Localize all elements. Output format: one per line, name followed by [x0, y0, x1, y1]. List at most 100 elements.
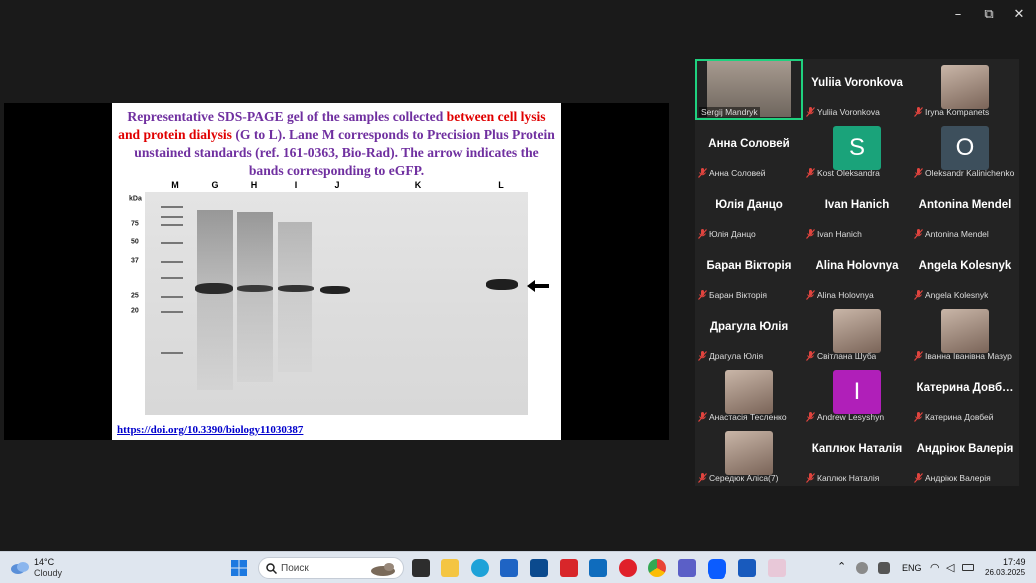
muted-mic-icon — [914, 290, 923, 300]
search-icon — [266, 563, 277, 574]
weather-temp[interactable]: 14°C — [34, 557, 54, 567]
opera-icon[interactable] — [619, 559, 637, 577]
cloud-weather-icon[interactable] — [10, 559, 30, 575]
participant-label: Каплюк Наталія — [817, 473, 880, 483]
participant-label: Андріюк Валерія — [925, 473, 991, 483]
restore-button[interactable]: ⧉ — [974, 4, 1004, 24]
participant-tile[interactable]: Світлана Шуба — [803, 303, 911, 364]
participant-tile[interactable]: Каплюк Наталія Каплюк Наталія — [803, 425, 911, 486]
ladder-band — [161, 296, 183, 298]
participant-name-large: Antonina Mendel — [918, 199, 1012, 211]
participant-label: Kost Oleksandra — [817, 168, 880, 178]
lane-label: J — [334, 180, 340, 190]
participant-name-large: Андріюк Валерія — [916, 443, 1014, 455]
muted-mic-icon — [806, 290, 815, 300]
lane-smear — [197, 210, 233, 390]
lane-label: H — [250, 180, 258, 190]
participant-tile[interactable]: Катерина Довб… Катерина Довбей — [911, 364, 1019, 425]
ladder-band — [161, 352, 183, 354]
task-view-icon[interactable] — [412, 559, 430, 577]
language-indicator[interactable]: ENG — [902, 563, 922, 573]
volume-icon[interactable]: ◁ — [946, 561, 954, 574]
word-icon[interactable] — [738, 559, 756, 577]
muted-mic-icon — [698, 229, 707, 239]
lane-label: K — [414, 180, 422, 190]
participant-tile[interactable]: Драгула Юлія Драгула Юлія — [695, 303, 803, 364]
kda-mark: 50 — [131, 238, 139, 246]
minimize-button[interactable]: – — [943, 4, 973, 24]
muted-mic-icon — [806, 412, 815, 422]
slide-title: Representative SDS-PAGE gel of the sampl… — [118, 109, 555, 178]
teams-icon[interactable] — [678, 559, 696, 577]
participant-tile[interactable]: Андріюк Валерія Андріюк Валерія — [911, 425, 1019, 486]
kda-mark: 75 — [131, 220, 139, 228]
participant-tile[interactable]: Sergij Mandryk — [695, 59, 803, 120]
muted-mic-icon — [914, 168, 923, 178]
participant-tile[interactable]: Анна Соловей Анна Соловей — [695, 120, 803, 181]
muted-mic-icon — [698, 473, 707, 483]
clock-date[interactable]: 26.03.2025 — [985, 568, 1025, 577]
pen-icon[interactable] — [878, 562, 890, 574]
chrome-icon[interactable] — [648, 559, 666, 577]
windows-start-icon[interactable] — [231, 560, 247, 576]
weather-desc[interactable]: Cloudy — [34, 568, 62, 578]
muted-mic-icon — [698, 412, 707, 422]
egfp-band — [320, 286, 350, 294]
participant-tile[interactable]: O Oleksandr Kalinichenko — [911, 120, 1019, 181]
snipping-tool-icon[interactable] — [768, 559, 786, 577]
ladder-band — [161, 261, 183, 263]
egfp-band — [278, 285, 314, 292]
participant-avatar: O — [941, 126, 989, 170]
muted-mic-icon — [914, 351, 923, 361]
taskbar-search-input[interactable]: Поиск — [258, 557, 404, 579]
ladder-band — [161, 242, 183, 244]
participant-photo — [833, 309, 881, 353]
onedrive-icon[interactable] — [856, 562, 868, 574]
close-button[interactable]: ✕ — [1004, 4, 1034, 24]
participant-photo — [941, 309, 989, 353]
participant-name-large: Катерина Довб… — [916, 382, 1014, 394]
file-explorer-icon[interactable] — [441, 559, 459, 577]
lane-label: L — [498, 180, 504, 190]
participant-label: Sergij Mandryk — [699, 107, 760, 117]
lane-smear — [237, 212, 273, 382]
participant-gallery: Sergij Mandryk Yuliia Voronkova Yuliia Vor… — [695, 59, 1019, 486]
chevron-up-icon[interactable]: ⌃ — [837, 560, 846, 573]
clock-time[interactable]: 17:49 — [1003, 557, 1026, 567]
participant-tile[interactable]: S Kost Oleksandra — [803, 120, 911, 181]
arrow-indicator-icon — [527, 280, 549, 292]
participant-photo — [725, 370, 773, 414]
search-placeholder: Поиск — [281, 563, 309, 574]
participant-photo — [725, 431, 773, 475]
wifi-icon[interactable]: ◠ — [930, 561, 940, 574]
participant-tile[interactable]: Іванна Іванівна Мазур — [911, 303, 1019, 364]
participant-name-large: Ivan Hanich — [824, 199, 890, 211]
participant-tile[interactable]: Angela Kolesnyk Angela Kolesnyk — [911, 242, 1019, 303]
participant-tile[interactable]: Юлія Данцо Юлія Данцо — [695, 181, 803, 242]
participant-tile[interactable]: Yuliia Voronkova Yuliia Voronkova — [803, 59, 911, 120]
participant-tile[interactable]: Баран Вікторія Баран Вікторія — [695, 242, 803, 303]
participant-tile[interactable]: I Andrew Lesyshyn — [803, 364, 911, 425]
participant-avatar: S — [833, 126, 881, 170]
outlook-icon[interactable] — [589, 559, 607, 577]
participant-label: Yuliia Voronkova — [817, 107, 880, 117]
participant-label: Angela Kolesnyk — [925, 290, 989, 300]
participant-tile[interactable]: Alina Holovnya Alina Holovnya — [803, 242, 911, 303]
muted-mic-icon — [806, 107, 815, 117]
egfp-band — [195, 283, 233, 294]
dell-icon[interactable] — [530, 559, 548, 577]
participant-tile[interactable]: Ivan Hanich Ivan Hanich — [803, 181, 911, 242]
ladder-band — [161, 216, 183, 218]
participant-tile[interactable]: Iryna Kompanets — [911, 59, 1019, 120]
edge-icon[interactable] — [471, 559, 489, 577]
participant-label: Драгула Юлія — [709, 351, 764, 361]
zoom-icon[interactable] — [708, 559, 726, 577]
doi-link[interactable]: https://doi.org/10.3390/biology11030387 — [117, 424, 303, 436]
participant-tile[interactable]: Середюк Аліса(7) — [695, 425, 803, 486]
participant-tile[interactable]: Antonina Mendel Antonina Mendel — [911, 181, 1019, 242]
store-icon[interactable] — [500, 559, 518, 577]
mcafee-icon[interactable] — [560, 559, 578, 577]
battery-icon[interactable] — [962, 564, 974, 571]
participant-label: Баран Вікторія — [709, 290, 767, 300]
participant-tile[interactable]: Анастасія Тесленко — [695, 364, 803, 425]
